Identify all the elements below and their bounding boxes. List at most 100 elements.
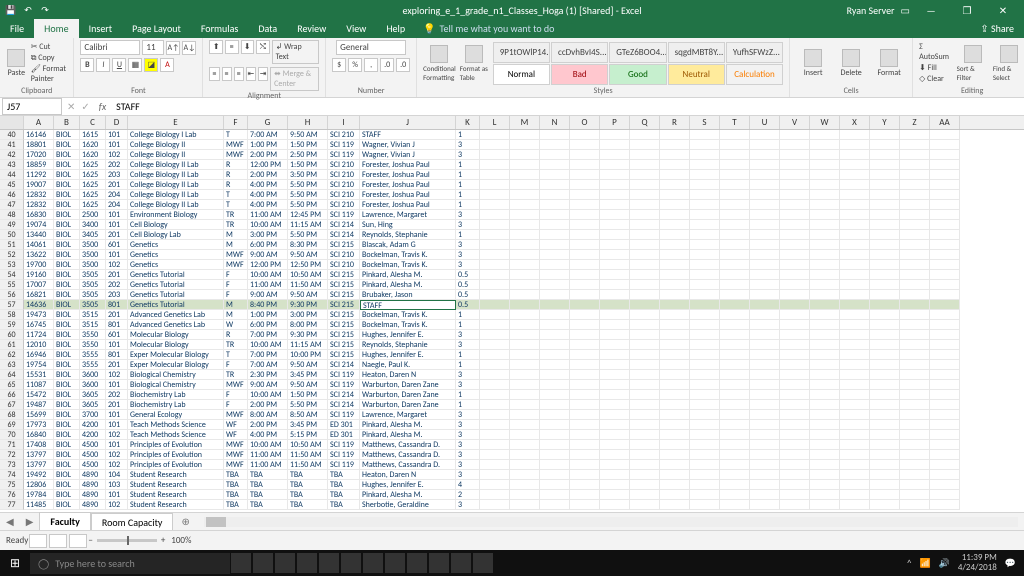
row-header[interactable]: 72 <box>0 450 24 460</box>
col-x[interactable]: X <box>840 116 870 129</box>
cell[interactable]: 3 <box>456 220 480 230</box>
cell[interactable]: Bockelman, Travis K. <box>360 260 456 270</box>
cell[interactable] <box>570 250 600 260</box>
cell[interactable]: 1 <box>456 310 480 320</box>
cell[interactable] <box>720 470 750 480</box>
cell[interactable] <box>690 170 720 180</box>
cell[interactable] <box>690 490 720 500</box>
cell[interactable]: 801 <box>106 320 128 330</box>
cell[interactable]: 15531 <box>24 370 54 380</box>
cell[interactable] <box>810 370 840 380</box>
horizontal-scrollbar[interactable] <box>204 517 1018 527</box>
cell[interactable]: Student Research <box>128 490 224 500</box>
cell[interactable]: 7:00 PM <box>248 350 288 360</box>
cell[interactable] <box>690 180 720 190</box>
cell[interactable]: 3400 <box>80 220 106 230</box>
cell[interactable] <box>570 400 600 410</box>
sheet-nav-next[interactable]: ▶ <box>20 515 40 528</box>
row-header[interactable]: 61 <box>0 340 24 350</box>
cell[interactable] <box>840 160 870 170</box>
cell[interactable]: 9:00 AM <box>248 380 288 390</box>
cell[interactable] <box>750 200 780 210</box>
cell[interactable]: MWF <box>224 250 248 260</box>
cell[interactable]: 13622 <box>24 250 54 260</box>
cell[interactable]: F <box>224 360 248 370</box>
cell[interactable] <box>900 190 930 200</box>
cell[interactable] <box>630 130 660 140</box>
cell[interactable] <box>540 430 570 440</box>
cell[interactable] <box>810 280 840 290</box>
cell[interactable] <box>900 440 930 450</box>
cell[interactable] <box>930 410 960 420</box>
col-a[interactable]: A <box>24 116 54 129</box>
cell[interactable]: 15699 <box>24 410 54 420</box>
cell[interactable]: 601 <box>106 240 128 250</box>
cell[interactable]: F <box>224 280 248 290</box>
cell[interactable] <box>480 220 510 230</box>
cell[interactable]: 3 <box>456 410 480 420</box>
cell[interactable] <box>900 500 930 510</box>
cell[interactable] <box>660 380 690 390</box>
cell[interactable]: 4200 <box>80 430 106 440</box>
cell[interactable]: 1 <box>456 320 480 330</box>
cell[interactable] <box>810 160 840 170</box>
col-z[interactable]: Z <box>900 116 930 129</box>
cell[interactable] <box>750 270 780 280</box>
col-k[interactable]: K <box>456 116 480 129</box>
cell[interactable]: Biological Chemistry <box>128 380 224 390</box>
cell[interactable]: 19754 <box>24 360 54 370</box>
cell[interactable] <box>750 390 780 400</box>
cell[interactable] <box>900 400 930 410</box>
cell[interactable]: 9:00 AM <box>248 290 288 300</box>
cell[interactable] <box>810 260 840 270</box>
indent-dec-icon[interactable]: ⇤ <box>246 67 256 81</box>
cell[interactable] <box>690 430 720 440</box>
cell[interactable]: ED 301 <box>328 420 360 430</box>
cell[interactable]: F <box>224 400 248 410</box>
cell[interactable]: M <box>224 310 248 320</box>
cell[interactable] <box>630 260 660 270</box>
cell[interactable] <box>510 410 540 420</box>
cell[interactable] <box>690 450 720 460</box>
cell[interactable] <box>630 230 660 240</box>
cell[interactable] <box>900 140 930 150</box>
cell[interactable] <box>750 140 780 150</box>
cell[interactable] <box>600 170 630 180</box>
cell[interactable]: 16946 <box>24 350 54 360</box>
row-71[interactable]: 7117408BIOL4500101Principles of Evolutio… <box>0 440 1024 450</box>
cell[interactable] <box>780 150 810 160</box>
row-header[interactable]: 54 <box>0 270 24 280</box>
cell[interactable] <box>900 160 930 170</box>
cell[interactable] <box>900 230 930 240</box>
cell[interactable] <box>750 430 780 440</box>
cell[interactable]: TBA <box>288 470 328 480</box>
redo-icon[interactable]: ↷ <box>38 3 52 17</box>
tab-data[interactable]: Data <box>248 19 287 38</box>
cell[interactable]: Genetics Tutorial <box>128 270 224 280</box>
cell[interactable]: 3 <box>456 380 480 390</box>
zoom-out-icon[interactable]: − <box>88 535 92 546</box>
cell[interactable] <box>930 370 960 380</box>
row-header[interactable]: 45 <box>0 180 24 190</box>
cell[interactable] <box>810 130 840 140</box>
cell[interactable] <box>780 160 810 170</box>
cell[interactable]: 16146 <box>24 130 54 140</box>
cell[interactable] <box>780 230 810 240</box>
cell[interactable] <box>930 350 960 360</box>
cell[interactable] <box>570 260 600 270</box>
row-62[interactable]: 6216946BIOL3555801Exper Molecular Biolog… <box>0 350 1024 360</box>
cell[interactable]: 11:00 AM <box>248 450 288 460</box>
cell[interactable] <box>720 280 750 290</box>
cell[interactable] <box>540 260 570 270</box>
cell[interactable]: 1620 <box>80 140 106 150</box>
cell[interactable] <box>900 360 930 370</box>
cell[interactable] <box>510 440 540 450</box>
cell[interactable]: Teach Methods Science <box>128 430 224 440</box>
cell[interactable] <box>660 490 690 500</box>
taskbar-app-9[interactable] <box>429 553 449 573</box>
row-header[interactable]: 69 <box>0 420 24 430</box>
cell[interactable] <box>930 220 960 230</box>
cell[interactable] <box>630 320 660 330</box>
cell[interactable]: TBA <box>248 470 288 480</box>
cell[interactable] <box>570 320 600 330</box>
